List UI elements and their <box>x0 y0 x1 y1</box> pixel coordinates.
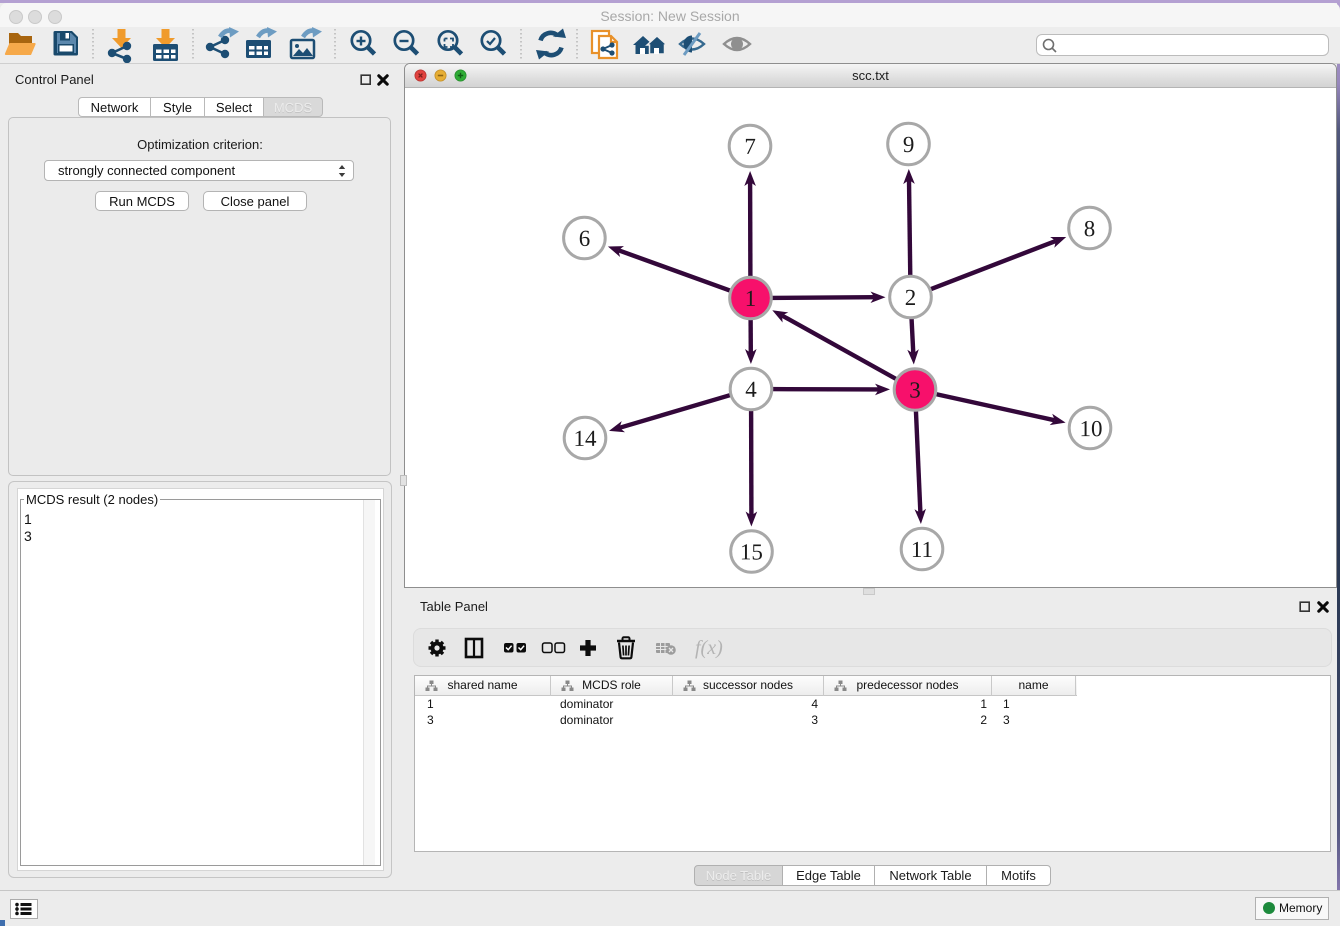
svg-text:1: 1 <box>745 286 757 311</box>
svg-text:6: 6 <box>579 226 591 251</box>
svg-text:14: 14 <box>573 426 597 451</box>
svg-text:8: 8 <box>1084 216 1096 241</box>
svg-text:15: 15 <box>740 539 763 564</box>
svg-text:f(x): f(x) <box>695 637 723 659</box>
svg-text:2: 2 <box>905 285 917 310</box>
svg-text:11: 11 <box>911 537 933 562</box>
svg-text:10: 10 <box>1079 416 1102 441</box>
svg-text:9: 9 <box>903 132 915 157</box>
svg-text:4: 4 <box>745 377 757 402</box>
svg-text:7: 7 <box>744 134 756 159</box>
svg-text:3: 3 <box>909 378 921 403</box>
